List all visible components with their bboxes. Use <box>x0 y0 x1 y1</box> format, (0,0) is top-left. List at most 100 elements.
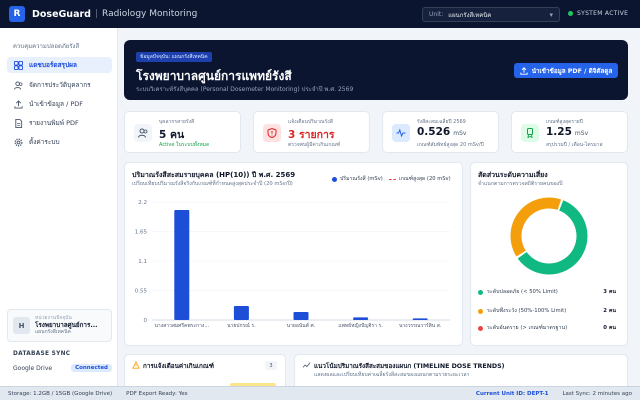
dose-bar <box>174 210 190 320</box>
brand-separator: | <box>94 9 99 19</box>
hero-banner: ข้อมูลปัจจุบัน: แผนกรังสีเทคนิค โรงพยาบา… <box>124 40 628 100</box>
stat-icon-box <box>521 124 539 142</box>
bar-chart-subtitle: เปรียบเทียบปริมาณรังสีจริงกับเกณฑ์ที่กำห… <box>132 181 293 187</box>
chevron-down-icon: ▾ <box>549 10 553 19</box>
x-tick-label: นายปกรณ์ ร. <box>227 322 256 329</box>
alerts-title: การแจ้งเตือนค่าเกินเกณฑ์ <box>143 363 214 370</box>
stat-label: บุคลากรสายรังสี <box>159 119 195 125</box>
status-bar: Storage: 1.2GB / 15GB (Google Drive) PDF… <box>0 386 640 400</box>
user-unit: แผนกรังสีเทคนิค <box>35 329 71 336</box>
storage-status: Storage: 1.2GB / 15GB (Google Drive) <box>8 390 113 397</box>
stat-icon-box <box>392 124 410 142</box>
sidebar-item-settings[interactable]: ตั้งค่าระบบ <box>7 134 112 150</box>
donut-slice <box>510 197 562 257</box>
risk-legend-caution: ระดับพึงระวัง (50%-100% Limit) 2 คน <box>478 307 616 315</box>
system-status-text: SYSTEM ACTIVE <box>577 10 629 17</box>
app-subtitle: Radiology Monitoring <box>102 9 198 19</box>
unit-select-value: แผนกรังสีเทคนิค <box>448 11 492 19</box>
report-icon <box>15 118 23 128</box>
unit-select-label: Unit: <box>429 11 444 18</box>
dose-bar <box>353 317 369 320</box>
x-tick-label: นายอนันต์ ศ. <box>287 322 316 329</box>
dose-bar <box>412 318 428 320</box>
db-sync-row: Google Drive Connected <box>13 364 112 372</box>
stat-label: รังสีสะสมเฉลี่ยปี 2569 <box>417 119 466 125</box>
y-tick-label: 0.55 <box>135 289 148 295</box>
dose-bar-chart: 0 0.55 1.1 1.65 2.2 นางสาวสมศรีคพระกาง... นายป… <box>135 200 450 329</box>
sidebar-item-dashboard[interactable]: แดชบอร์ดสรุปผล <box>7 57 112 73</box>
import-pdf-label: นำเข้าข้อมูล PDF / ดิจิตัลดูล <box>531 67 613 75</box>
stat-subtext: เกณฑ์สัมพัทธ์สูงสุด 20 mSv/ปี <box>417 142 484 148</box>
sidebar-heading: ควบคุมความปลอดภัยรังสี <box>13 43 80 50</box>
app-name: DoseGuard <box>32 8 91 20</box>
stat-subtext: ตรวจพบผู้มีค่าเกินเกณฑ์ <box>288 142 341 148</box>
sidebar-item-personnel[interactable]: จัดการประวัติบุคลากร <box>7 77 112 93</box>
upload-icon <box>520 66 528 75</box>
unit-select[interactable]: Unit: แผนกรังสีเทคนิค ▾ <box>422 7 560 22</box>
badge-icon <box>527 128 533 138</box>
bell-alert-icon <box>132 361 140 369</box>
current-unit-id: Current Unit ID: DEPT-1 <box>475 390 549 397</box>
sidebar-item-label: จัดการประวัติบุคลากร <box>29 81 91 89</box>
trend-title: แนวโน้มปริมาณรังสีสะสมของแผนก (TIMELINE … <box>314 363 505 370</box>
current-data-tag: ข้อมูลปัจจุบัน: แผนกรังสีเทคนิค <box>136 52 212 62</box>
trend-subtitle: แสดงผลและเปรียบเทียบค่าเฉลี่ยรังสีสะสมขอ… <box>314 372 470 378</box>
risk-legend-danger: ระดับอันตราย (> เกณฑ์มาตรฐาน) 0 คน <box>478 324 616 332</box>
y-tick-label: 1.65 <box>135 230 148 236</box>
import-pdf-button[interactable]: นำเข้าข้อมูล PDF / ดิจิตัลดูล <box>514 63 618 78</box>
risk-legend-safe: ระดับปลอดภัย (< 50% Limit) 3 คน <box>478 288 616 296</box>
current-unit-card[interactable]: H หน่วยงานปัจจุบัน โรงพยาบาลศูนย์การ... … <box>7 309 112 342</box>
dashboard-icon <box>14 60 23 70</box>
stat-card-average-dose: รังสีสะสมเฉลี่ยปี 2569 0.526 mSv เกณฑ์สัม… <box>382 111 499 153</box>
x-tick-label: นางสาวสมศรีคพระกาง... <box>154 322 209 329</box>
legend-actual: ปริมาณรังสี (mSv) <box>332 175 383 183</box>
status-badge: Connected <box>71 364 112 372</box>
sidebar-item-label: แดชบอร์ดสรุปผล <box>29 61 77 69</box>
stat-card-alerts: แจ้งเตือนปริมาณรังสี 3 รายการ ตรวจพบผู้ม… <box>253 111 370 153</box>
y-tick-label: 0 <box>144 318 148 324</box>
avatar: H <box>13 317 30 334</box>
risk-donut-chart <box>510 197 588 275</box>
sidebar-item-reports[interactable]: รายงานพิมพ์ PDF <box>7 115 112 131</box>
y-tick-label: 1.1 <box>138 259 147 265</box>
x-tick-label: แพทย์หญิงปัญจิรา ร. <box>338 322 383 329</box>
stat-value: 0.526 mSv <box>417 126 467 138</box>
stat-value: 1.25 mSv <box>546 126 589 138</box>
stat-icon-box <box>134 124 152 142</box>
last-sync: Last Sync: 2 minutes ago <box>562 390 632 397</box>
sidebar-item-import[interactable]: นำเข้าข้อมูล / PDF <box>7 96 112 112</box>
stat-card-max-dose: เกณฑ์สูงสุดรายปี 1.25 mSv สรุปรวมปี / เดื… <box>511 111 628 153</box>
sidebar-item-label: ตั้งค่าระบบ <box>29 138 60 146</box>
shield-alert-icon <box>267 128 277 138</box>
trend-icon <box>302 362 311 368</box>
sidebar-item-label: นำเข้าข้อมูล / PDF <box>29 100 84 108</box>
pulse-icon <box>396 128 406 138</box>
db-sync-heading: DATABASE SYNC <box>13 351 71 357</box>
stat-label: เกณฑ์สูงสุดรายปี <box>546 119 583 125</box>
status-dot-icon <box>568 11 573 16</box>
sidebar-item-label: รายงานพิมพ์ PDF <box>29 119 79 127</box>
legend-limit: เกณฑ์สูงสุด (20 mSv) <box>389 175 451 183</box>
page-subtitle: ระบบวิเคราะห์รังสีบุคคล (Personal Doseme… <box>136 86 354 93</box>
db-sync-provider: Google Drive <box>13 364 53 372</box>
upload-icon <box>14 99 23 109</box>
stat-subtext: Active ในระบบทั้งหมด <box>159 142 210 148</box>
system-status: SYSTEM ACTIVE <box>568 10 628 17</box>
stat-label: แจ้งเตือนปริมาณรังสี <box>288 119 333 125</box>
alerts-count-badge: 3 <box>265 361 277 370</box>
people-icon <box>138 128 148 138</box>
sidebar: ควบคุมความปลอดภัยรังสี แดชบอร์ดสรุปผล จั… <box>0 28 118 386</box>
pdf-export-status: PDF Export Ready: Yes <box>126 390 188 397</box>
gear-icon <box>14 138 23 146</box>
app-logo: R <box>9 6 25 22</box>
stat-subtext: สรุปรวมปี / เดือน-ไตรมาส <box>546 142 603 148</box>
risk-card-subtitle: จำแนกตามการตรวจสถิติรายคนของปี <box>478 181 563 187</box>
y-tick-label: 2.2 <box>138 200 147 206</box>
stat-icon-box <box>263 124 281 142</box>
users-icon <box>14 80 23 90</box>
top-bar: R DoseGuard | Radiology Monitoring Unit:… <box>0 0 640 28</box>
dose-bar <box>233 306 249 320</box>
x-tick-label: นางวรรณวาร์สิน ส. <box>399 322 442 329</box>
dose-bar <box>293 311 309 320</box>
stat-card-personnel: บุคลากรสายรังสี 5 คน Active ในระบบทั้งหม… <box>124 111 241 153</box>
